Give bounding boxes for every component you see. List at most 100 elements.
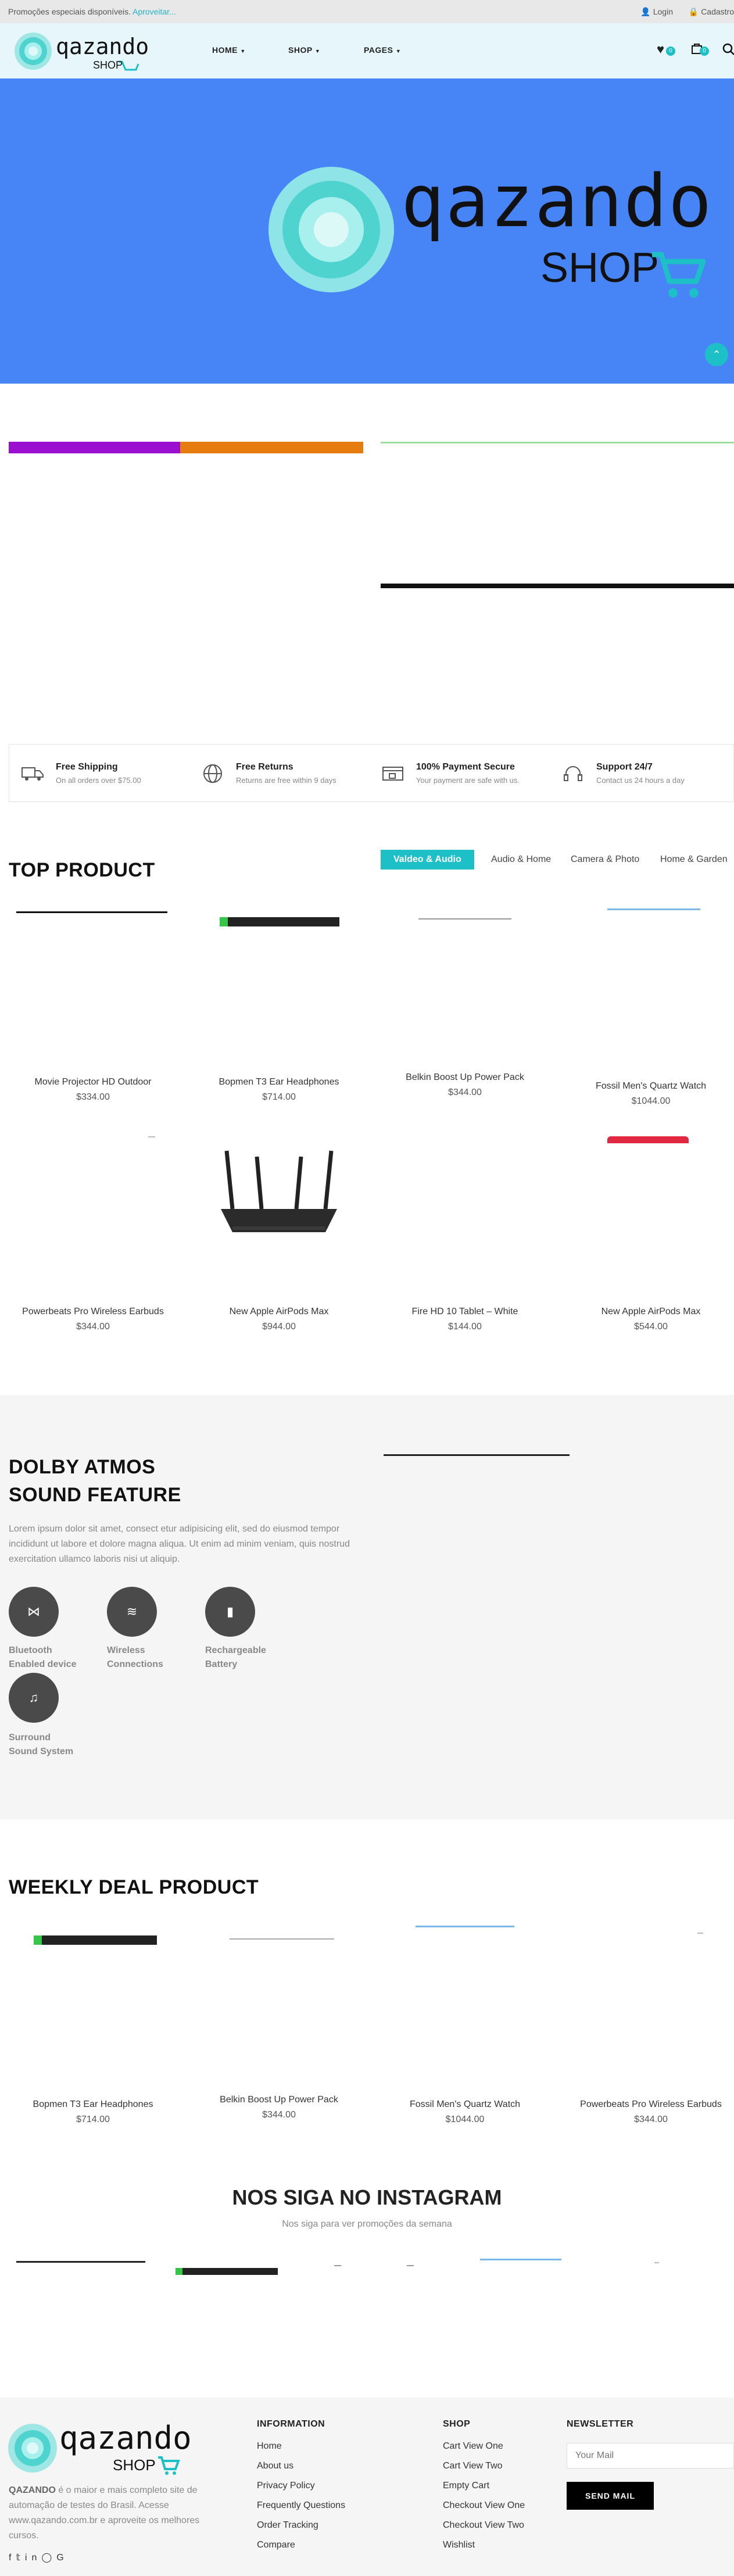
product-name[interactable]: Belkin Boost Up Power Pack [192,2095,366,2105]
footer-social: f𝕥in◯G [9,2552,69,2563]
newsletter-email-input[interactable] [567,2443,734,2468]
promo-banner-left[interactable] [9,442,180,453]
feature-label-line2: Sound System [9,1747,74,1756]
instagram-post[interactable] [334,2265,341,2266]
hero-logo-emblem-icon [268,167,394,292]
footer-link-checkout-two[interactable]: Checkout View Two [443,2520,524,2531]
promo-banner-right[interactable] [381,442,734,443]
instagram-post[interactable] [654,2262,659,2263]
footer-logo-sub: SHOP [113,2456,156,2474]
header-logo[interactable]: qazando SHOP [14,30,149,72]
feature-desc: Your payment are safe with us. [416,776,520,785]
product-image[interactable] [416,1926,514,1927]
product-name[interactable]: Movie Projector HD Outdoor [6,1077,180,1087]
instagram-post[interactable] [176,2268,278,2275]
facebook-icon[interactable]: f [9,2553,16,2563]
product-image[interactable] [697,1933,703,1934]
feature-desc: Returns are free within 9 days [236,776,336,785]
footer-link-faq[interactable]: Frequently Questions [257,2500,345,2511]
footer-link-checkout-one[interactable]: Checkout View One [443,2500,525,2511]
instagram-post[interactable] [480,2259,561,2260]
footer-link-cart-one[interactable]: Cart View One [443,2441,503,2452]
battery-icon: ▮ [205,1587,255,1637]
product-name[interactable]: Fossil Men's Quartz Watch [378,2099,552,2110]
send-mail-button[interactable]: SEND MAIL [567,2482,654,2510]
chevron-down-icon: ▼ [240,48,246,54]
nav-shop[interactable]: SHOP ▼ [288,45,320,55]
feature-label-line1: Wireless [107,1645,145,1655]
feature-label-line1: Bluetooth [9,1645,52,1655]
footer-link-empty-cart[interactable]: Empty Cart [443,2481,489,2491]
scroll-to-top-button[interactable]: ⌃ [705,343,728,366]
signup-link[interactable]: 🔒 Cadastro [689,7,734,17]
nav-home-label: HOME [212,45,238,55]
product-card[interactable]: Bopmen T3 Ear Headphones $714.00 [6,2099,180,2125]
footer-link-privacy[interactable]: Privacy Policy [257,2481,315,2491]
product-image[interactable] [607,1136,689,1143]
search-button[interactable] [722,43,734,57]
footer-link-order-tracking[interactable]: Order Tracking [257,2520,318,2531]
product-card[interactable]: New Apple AirPods Max $544.00 [564,1307,734,1332]
product-card[interactable]: New Apple AirPods Max $944.00 [192,1307,366,1332]
product-name[interactable]: Fossil Men's Quartz Watch [564,1081,734,1092]
instagram-icon[interactable]: ◯ [41,2553,56,2563]
product-image[interactable] [16,911,167,913]
footer-about: QAZANDO é o maior e mais completo site d… [9,2483,209,2543]
card-lock-icon [382,767,403,781]
chevron-down-icon: ▼ [395,48,402,54]
router-product-image[interactable] [215,1145,343,1250]
product-card[interactable]: Belkin Boost Up Power Pack $344.00 [192,2095,366,2120]
feature-label-line2: Connections [107,1659,163,1669]
product-image[interactable] [230,1938,334,1940]
wishlist-button[interactable]: ♥ 0 [657,42,675,59]
nav-home[interactable]: HOME ▼ [212,45,246,55]
product-card[interactable]: Powerbeats Pro Wireless Earbuds $344.00 [564,2099,734,2125]
product-card[interactable]: Fossil Men's Quartz Watch $1044.00 [564,1081,734,1107]
footer-link-home[interactable]: Home [257,2441,282,2452]
dolby-title-line2: SOUND FEATURE [9,1484,181,1506]
login-link[interactable]: 👤 Login [640,7,673,17]
cart-button[interactable]: 0 [690,42,709,59]
product-image[interactable] [607,908,700,910]
product-card[interactable]: Fire HD 10 Tablet – White $144.00 [378,1307,552,1332]
product-card[interactable]: Movie Projector HD Outdoor $334.00 [6,1077,180,1103]
tab-audio-home[interactable]: Audio & Home [491,854,551,865]
product-price: $144.00 [448,1322,482,1332]
product-name[interactable]: Bopmen T3 Ear Headphones [6,2099,180,2110]
tab-video-audio[interactable]: Valdeo & Audio [381,850,474,870]
product-name[interactable]: Belkin Boost Up Power Pack [378,1072,552,1083]
footer-link-cart-two[interactable]: Cart View Two [443,2461,503,2471]
instagram-post[interactable] [407,2265,414,2266]
product-image[interactable] [148,1136,155,1137]
tab-camera-photo[interactable]: Camera & Photo [571,854,639,865]
promo-link[interactable]: Aproveitar... [133,7,176,16]
feature-title: Free Returns [236,762,293,772]
product-name[interactable]: Bopmen T3 Ear Headphones [192,1077,366,1087]
product-name[interactable]: New Apple AirPods Max [192,1307,366,1317]
instagram-post[interactable] [16,2261,145,2263]
product-image[interactable] [34,1935,157,1945]
linkedin-icon[interactable]: in [25,2553,41,2563]
product-name[interactable]: New Apple AirPods Max [564,1307,734,1317]
product-card[interactable]: Belkin Boost Up Power Pack $344.00 [378,1072,552,1098]
tab-home-garden[interactable]: Home & Garden [660,854,728,865]
product-image[interactable] [220,917,339,926]
product-card[interactable]: Fossil Men's Quartz Watch $1044.00 [378,2099,552,2125]
product-name[interactable]: Fire HD 10 Tablet – White [378,1307,552,1317]
dolby-feature-label: Wireless Connections [107,1644,163,1672]
product-card[interactable]: Bopmen T3 Ear Headphones $714.00 [192,1077,366,1103]
footer-logo[interactable]: qazando SHOP [7,2423,192,2475]
google-icon[interactable]: G [56,2553,68,2563]
product-card[interactable]: Powerbeats Pro Wireless Earbuds $344.00 [6,1307,180,1332]
twitter-icon[interactable]: 𝕥 [16,2553,24,2563]
site-header: qazando SHOP HOME ▼ SHOP ▼ PAGES ▼ ♥ 0 0 [0,23,734,78]
nav-pages[interactable]: PAGES ▼ [364,45,401,55]
product-image[interactable] [418,918,511,920]
product-name[interactable]: Powerbeats Pro Wireless Earbuds [6,1307,180,1317]
bluetooth-icon: ⋈ [9,1587,59,1637]
footer-link-compare[interactable]: Compare [257,2540,295,2550]
product-name[interactable]: Powerbeats Pro Wireless Earbuds [564,2099,734,2110]
footer-link-wishlist[interactable]: Wishlist [443,2540,475,2550]
dolby-feature-label: Surround Sound System [9,1731,73,1759]
footer-link-about[interactable]: About us [257,2461,293,2471]
